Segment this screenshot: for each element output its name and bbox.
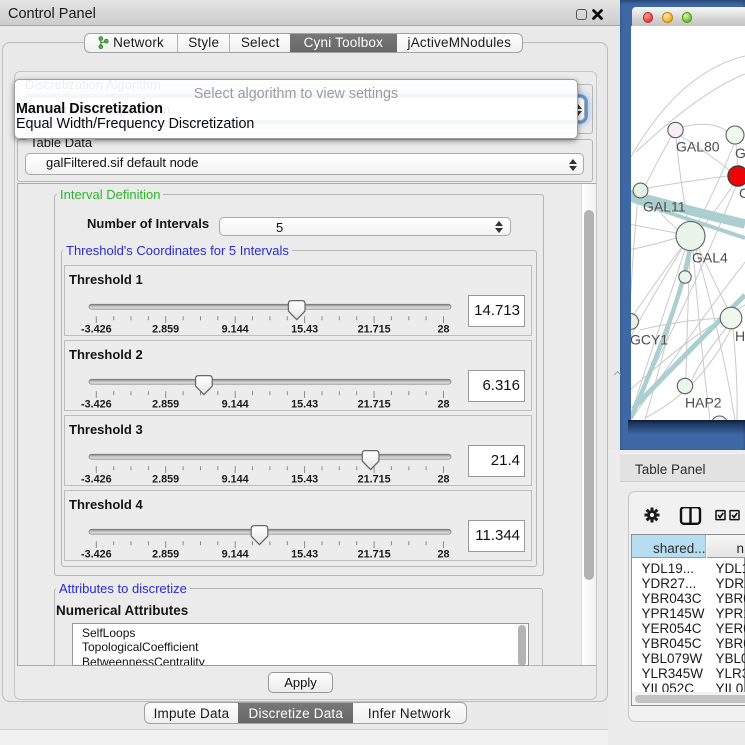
svg-text:GAL11: GAL11 xyxy=(643,199,686,215)
svg-text:-3.426: -3.426 xyxy=(81,324,112,336)
svg-text:9.144: 9.144 xyxy=(222,474,249,486)
svg-text:9.144: 9.144 xyxy=(222,399,249,411)
svg-text:H: H xyxy=(735,328,745,344)
svg-text:2.859: 2.859 xyxy=(152,399,179,411)
svg-text:21.715: 21.715 xyxy=(358,399,391,411)
svg-text:2.859: 2.859 xyxy=(152,474,179,486)
svg-text:15.43: 15.43 xyxy=(291,474,318,486)
svg-text:2.859: 2.859 xyxy=(152,549,179,561)
svg-text:GAL80: GAL80 xyxy=(676,139,720,155)
svg-text:21.715: 21.715 xyxy=(358,324,391,336)
svg-text:HAP2: HAP2 xyxy=(685,395,722,411)
svg-text:2.859: 2.859 xyxy=(152,324,179,336)
svg-text:28: 28 xyxy=(437,474,449,486)
svg-text:GA: GA xyxy=(735,145,745,161)
svg-text:-3.426: -3.426 xyxy=(81,549,112,561)
svg-text:C: C xyxy=(739,185,745,201)
svg-text:28: 28 xyxy=(437,549,449,561)
svg-text:28: 28 xyxy=(437,399,449,411)
svg-text:21.715: 21.715 xyxy=(358,549,391,561)
svg-text:15.43: 15.43 xyxy=(291,399,318,411)
svg-text:-3.426: -3.426 xyxy=(81,399,112,411)
svg-text:GAL4: GAL4 xyxy=(692,250,728,266)
svg-text:GCY1: GCY1 xyxy=(631,332,668,348)
svg-text:15.43: 15.43 xyxy=(291,549,318,561)
svg-text:9.144: 9.144 xyxy=(222,549,249,561)
svg-text:-3.426: -3.426 xyxy=(81,474,112,486)
svg-text:28: 28 xyxy=(437,324,449,336)
svg-text:9.144: 9.144 xyxy=(222,324,249,336)
svg-text:15.43: 15.43 xyxy=(291,324,318,336)
svg-text:21.715: 21.715 xyxy=(358,474,391,486)
